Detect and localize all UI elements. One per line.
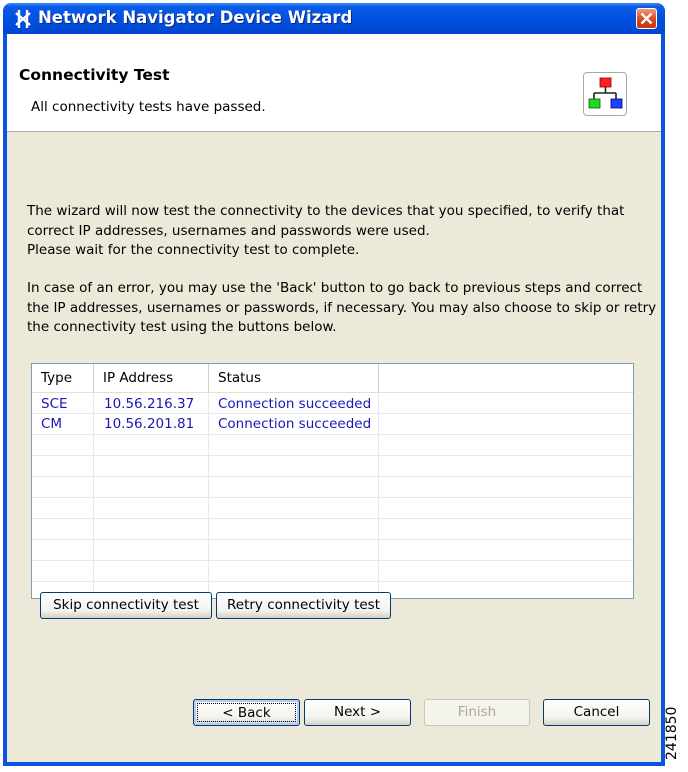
column-header-type[interactable]: Type xyxy=(32,364,94,393)
window-title: Network Navigator Device Wizard xyxy=(38,8,353,27)
page-title: Connectivity Test xyxy=(19,66,170,84)
cancel-button[interactable]: Cancel xyxy=(543,699,650,726)
back-button-label: < Back xyxy=(197,703,296,722)
row-ip-address: 10.56.201.81 xyxy=(104,416,195,432)
close-button[interactable] xyxy=(636,8,657,29)
next-button[interactable]: Next > xyxy=(304,699,411,726)
wizard-window: Network Navigator Device Wizard Connecti… xyxy=(3,3,665,766)
retry-connectivity-test-button[interactable]: Retry connectivity test xyxy=(216,592,391,619)
grid-line xyxy=(32,560,633,561)
network-topology-icon xyxy=(583,72,627,116)
intro-text: The wizard will now test the connectivit… xyxy=(27,203,625,258)
grid-line xyxy=(378,393,379,598)
error-help-text: In case of an error, you may use the 'Ba… xyxy=(27,280,657,335)
app-icon xyxy=(13,9,33,29)
error-help-paragraph: In case of an error, you may use the 'Ba… xyxy=(27,279,657,338)
column-header-ip-address[interactable]: IP Address xyxy=(94,364,209,393)
column-header-status[interactable]: Status xyxy=(209,364,379,393)
row-status: Connection succeeded xyxy=(218,416,372,432)
grid-line xyxy=(32,518,633,519)
row-ip-address: 10.56.216.37 xyxy=(104,396,195,412)
title-bar[interactable]: Network Navigator Device Wizard xyxy=(3,3,665,34)
grid-line xyxy=(32,434,633,435)
row-type: SCE xyxy=(41,396,68,412)
grid-line xyxy=(208,393,209,598)
grid-line xyxy=(93,393,94,598)
back-button[interactable]: < Back xyxy=(193,699,300,726)
intro-paragraph: The wizard will now test the connectivit… xyxy=(27,202,657,261)
row-type: CM xyxy=(41,416,63,432)
grid-line xyxy=(32,581,633,582)
close-icon xyxy=(640,12,653,25)
column-header-empty xyxy=(379,364,633,393)
connectivity-results-table[interactable]: Type IP Address Status SCE 10.56.216.37 … xyxy=(31,363,634,599)
grid-line xyxy=(32,539,633,540)
skip-connectivity-test-button[interactable]: Skip connectivity test xyxy=(40,592,212,619)
wizard-client-area: Connectivity Test All connectivity tests… xyxy=(7,34,661,762)
grid-line xyxy=(32,476,633,477)
page-subtitle: All connectivity tests have passed. xyxy=(31,99,266,115)
finish-button[interactable]: Finish xyxy=(424,699,530,726)
row-status: Connection succeeded xyxy=(218,396,372,412)
figure-number: 241850 xyxy=(664,706,680,760)
grid-line xyxy=(32,497,633,498)
wizard-header: Connectivity Test All connectivity tests… xyxy=(7,34,661,132)
grid-line xyxy=(32,455,633,456)
